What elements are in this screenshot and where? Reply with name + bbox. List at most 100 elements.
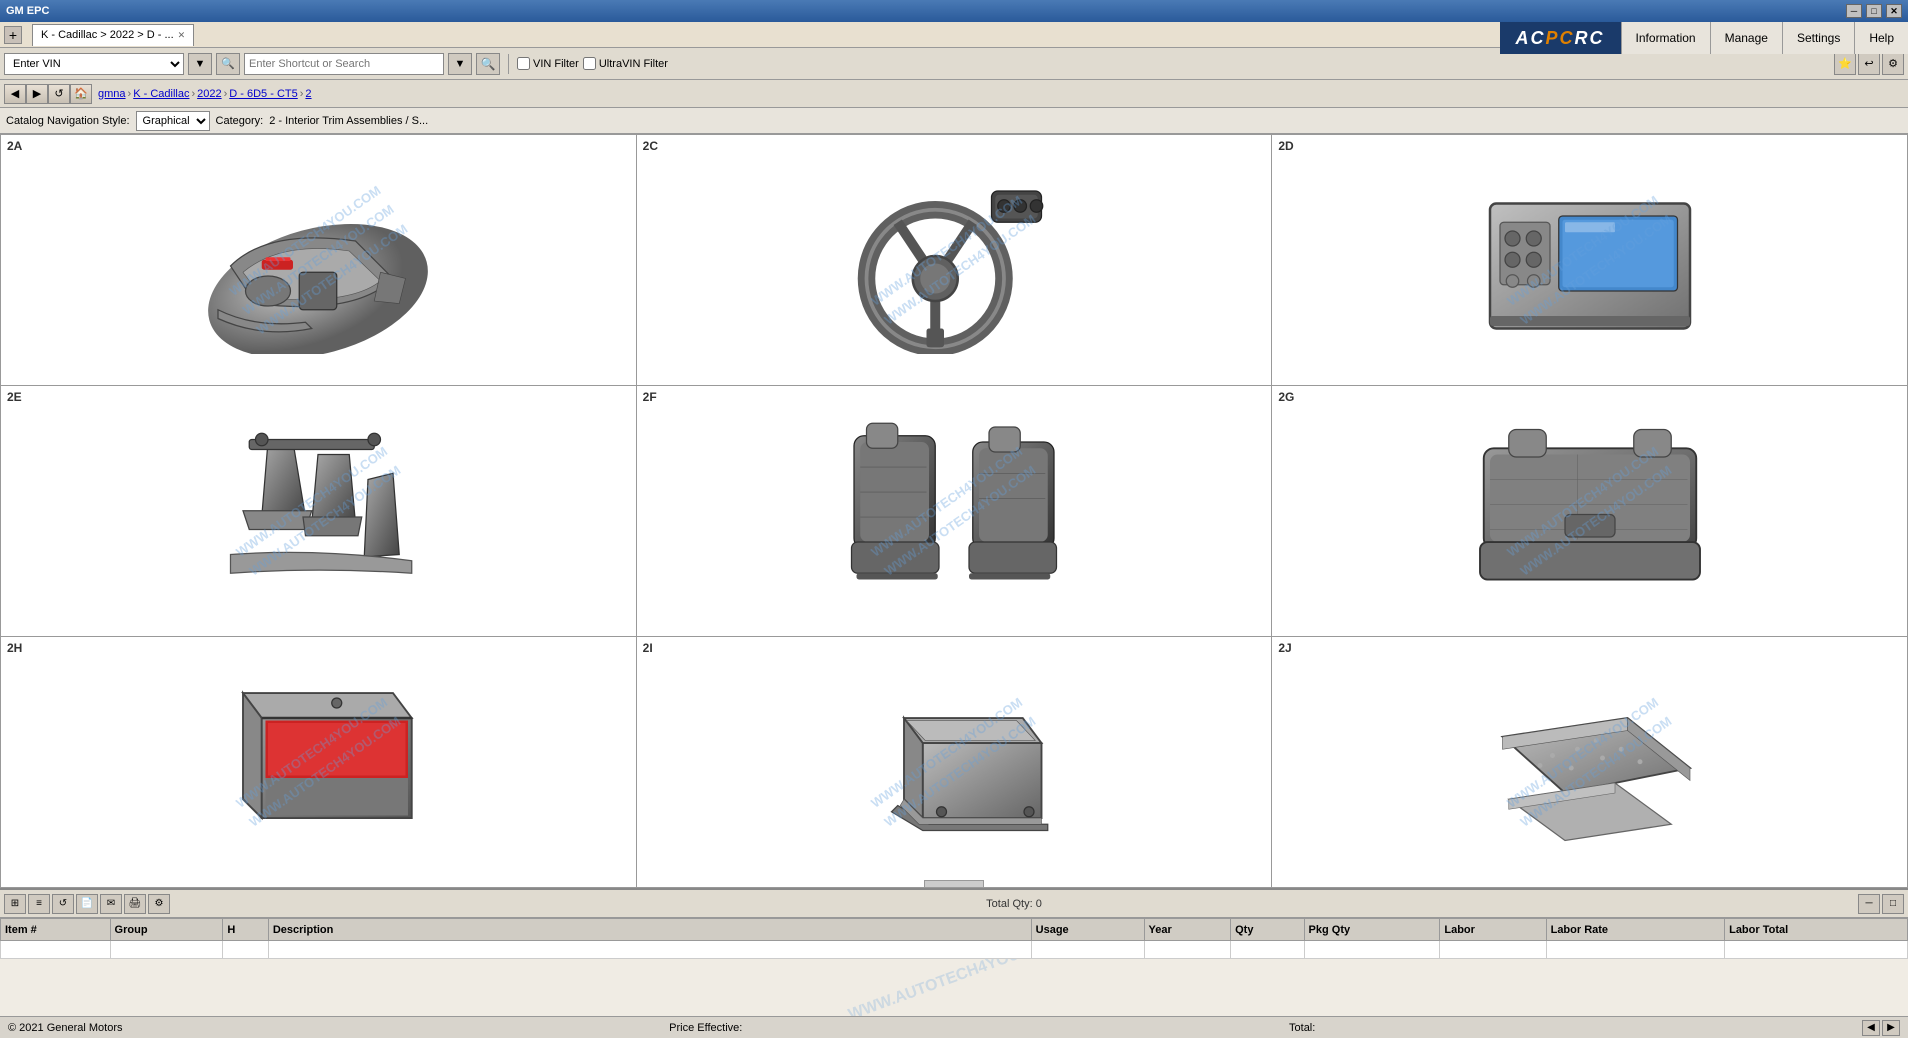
panel-resize-buttons: ─ □ — [1858, 894, 1904, 914]
collapse-panel-button[interactable]: ─ — [1858, 894, 1880, 914]
vin-select[interactable]: Enter VIN — [4, 53, 184, 75]
part-label-2e: 2E — [7, 390, 22, 404]
watermark-2j: WWW.AUTOTECH4YOU.COMWWW.AUTOTECH4YOU.COM — [1272, 637, 1907, 887]
scroll-left-button[interactable]: ◀ — [1862, 1020, 1880, 1036]
nav-bar: ◀ ▶ ↺ 🏠 gmna › K - Cadillac › 2022 › D -… — [0, 80, 1908, 108]
table-body — [1, 941, 1908, 959]
active-tab[interactable]: K - Cadillac > 2022 > D - ... ✕ — [32, 24, 194, 46]
tab-label: K - Cadillac > 2022 > D - ... — [41, 29, 174, 41]
history-button[interactable]: ↩ — [1858, 53, 1880, 75]
home-button[interactable]: 🏠 — [70, 84, 92, 104]
breadcrumb-k-cadillac[interactable]: K - Cadillac — [133, 88, 189, 100]
logo-text-ac: AC — [1516, 28, 1546, 49]
grid-view-button[interactable]: ⊞ — [4, 894, 26, 914]
bottom-scroll-buttons: ◀ ▶ — [1862, 1020, 1900, 1036]
settings-nav-button[interactable]: Settings — [1782, 22, 1854, 54]
breadcrumb: gmna › K - Cadillac › 2022 › D - 6D5 - C… — [98, 88, 312, 100]
logo-text-pc: PC — [1546, 28, 1575, 49]
breadcrumb-2022[interactable]: 2022 — [197, 88, 221, 100]
forward-button[interactable]: ▶ — [26, 84, 48, 104]
bottom-watermark: WWW.AUTOTECH4YOU.COM WWW.AUTOTECH4YOU.CO… — [616, 959, 1292, 1016]
refresh-list-button[interactable]: ↺ — [52, 894, 74, 914]
manage-nav-button[interactable]: Manage — [1710, 22, 1782, 54]
col-group: Group — [110, 919, 223, 941]
category-label: Category: — [216, 115, 264, 127]
toolbar-right-buttons: ⭐ ↩ ⚙ — [1834, 53, 1904, 75]
watermark-2i: WWW.AUTOTECH4YOU.COMWWW.AUTOTECH4YOU.COM — [637, 637, 1272, 887]
pdf-button[interactable]: 📄 — [76, 894, 98, 914]
status-bar: © 2021 General Motors Price Effective: T… — [0, 1016, 1908, 1038]
restore-button[interactable]: □ — [1866, 4, 1882, 18]
minimize-button[interactable]: ─ — [1846, 4, 1862, 18]
table-empty-row — [1, 941, 1908, 959]
tab-close-button[interactable]: ✕ — [178, 30, 186, 41]
table-header: Item # Group H Description Usage Year Qt… — [1, 919, 1908, 941]
table-header-row: Item # Group H Description Usage Year Qt… — [1, 919, 1908, 941]
total-display: Total: — [1289, 1022, 1315, 1034]
search-dropdown-button[interactable]: ▼ — [448, 53, 472, 75]
breadcrumb-2[interactable]: 2 — [305, 88, 311, 100]
part-cell-2i[interactable]: 2I WWW.AUTOTECH4YOU.COMWWW.AUTOTECH4YOU.… — [637, 637, 1273, 888]
part-cell-2a[interactable]: 2A WWW.AUTOTECH4YOU.COMWWW.AUTOTECH4YOU.… — [1, 135, 637, 386]
bookmark-button[interactable]: ⭐ — [1834, 53, 1856, 75]
part-cell-2c[interactable]: 2C WWW.AUTOTECH4YOU.COMWWW.AUTOTECH4YOU.… — [637, 135, 1273, 386]
style-label: Catalog Navigation Style: — [6, 115, 130, 127]
shortcut-search-input[interactable] — [244, 53, 444, 75]
part-cell-2e[interactable]: 2E WWW.AUTOTECH4YOU.COMWWW.AUTOTECH4YOU.… — [1, 386, 637, 637]
settings-list-button[interactable]: ⚙ — [148, 894, 170, 914]
list-view-button[interactable]: ≡ — [28, 894, 50, 914]
logo: ACPCRC — [1500, 22, 1621, 54]
vin-dropdown-button[interactable]: ▼ — [188, 53, 212, 75]
part-label-2h: 2H — [7, 641, 22, 655]
part-label-2f: 2F — [643, 390, 657, 404]
bottom-tool-buttons: ⊞ ≡ ↺ 📄 ✉ 🖨 ⚙ — [4, 894, 170, 914]
parts-table: Item # Group H Description Usage Year Qt… — [0, 918, 1908, 1016]
watermark-2a: WWW.AUTOTECH4YOU.COMWWW.AUTOTECH4YOU.COM… — [1, 135, 636, 385]
breadcrumb-gmna[interactable]: gmna — [98, 88, 126, 100]
close-button[interactable]: ✕ — [1886, 4, 1902, 18]
app-title: GM EPC — [6, 5, 49, 17]
watermark-2c: WWW.AUTOTECH4YOU.COMWWW.AUTOTECH4YOU.COM — [637, 135, 1272, 385]
settings-button[interactable]: ⚙ — [1882, 53, 1904, 75]
scroll-right-button[interactable]: ▶ — [1882, 1020, 1900, 1036]
catalog-style-select[interactable]: Graphical — [136, 111, 210, 131]
bottom-toolbar: ⊞ ≡ ↺ 📄 ✉ 🖨 ⚙ Total Qty: 0 ─ □ — [0, 890, 1908, 918]
header-right: ACPCRC Information Manage Settings Help — [1500, 22, 1908, 54]
col-labor: Labor — [1440, 919, 1546, 941]
part-label-2c: 2C — [643, 139, 658, 153]
part-cell-2f[interactable]: 2F WWW.AUTOTECH4YOU.COMWWW.AUTOTECH4YOU.… — [637, 386, 1273, 637]
refresh-button[interactable]: ↺ — [48, 84, 70, 104]
col-labor-total: Labor Total — [1725, 919, 1908, 941]
part-cell-2d[interactable]: 2D WWW.AUTOTECH4YOU.COMWWW.AUTOTECH4YOU.… — [1272, 135, 1908, 386]
price-effective: Price Effective: — [669, 1022, 742, 1034]
ultra-vin-filter-checkbox-label[interactable]: UltraVIN Filter — [583, 57, 668, 70]
part-label-2d: 2D — [1278, 139, 1293, 153]
help-nav-button[interactable]: Help — [1854, 22, 1908, 54]
watermark-2e: WWW.AUTOTECH4YOU.COMWWW.AUTOTECH4YOU.COM — [1, 386, 636, 636]
part-cell-2g[interactable]: 2G WWW.AUTOTECH4YOU.COMWWW.AUTOTECH4YOU.… — [1272, 386, 1908, 637]
part-cell-2j[interactable]: 2J WWW.AUTOTECH4YOU.COMWWW.AUTOTECH4YOU.… — [1272, 637, 1908, 888]
vin-filter-checkbox[interactable] — [517, 57, 530, 70]
email-button[interactable]: ✉ — [100, 894, 122, 914]
col-h: H — [223, 919, 269, 941]
col-labor-rate: Labor Rate — [1546, 919, 1725, 941]
vin-scan-button[interactable]: 🔍 — [216, 53, 240, 75]
add-tab-button[interactable]: + — [4, 26, 22, 44]
vin-filter-checkbox-label[interactable]: VIN Filter — [517, 57, 579, 70]
col-usage: Usage — [1031, 919, 1144, 941]
part-label-2j: 2J — [1278, 641, 1291, 655]
expand-panel-button[interactable]: □ — [1882, 894, 1904, 914]
ultra-vin-filter-checkbox[interactable] — [583, 57, 596, 70]
part-cell-2h[interactable]: 2H WWW.AUTOTECH4YOU.COMWWW.AUTOTECH4YOU.… — [1, 637, 637, 888]
col-qty: Qty — [1231, 919, 1304, 941]
information-nav-button[interactable]: Information — [1621, 22, 1710, 54]
part-label-2i: 2I — [643, 641, 653, 655]
bottom-panel: ⊞ ≡ ↺ 📄 ✉ 🖨 ⚙ Total Qty: 0 ─ □ Item # Gr… — [0, 888, 1908, 1016]
search-button[interactable]: 🔍 — [476, 53, 500, 75]
print-button[interactable]: 🖨 — [124, 894, 146, 914]
breadcrumb-d-6d5-ct5[interactable]: D - 6D5 - CT5 — [229, 88, 297, 100]
back-button[interactable]: ◀ — [4, 84, 26, 104]
logo-text-rc: RC — [1575, 28, 1605, 49]
titlebar: GM EPC ─ □ ✕ — [0, 0, 1908, 22]
col-item-num: Item # — [1, 919, 111, 941]
